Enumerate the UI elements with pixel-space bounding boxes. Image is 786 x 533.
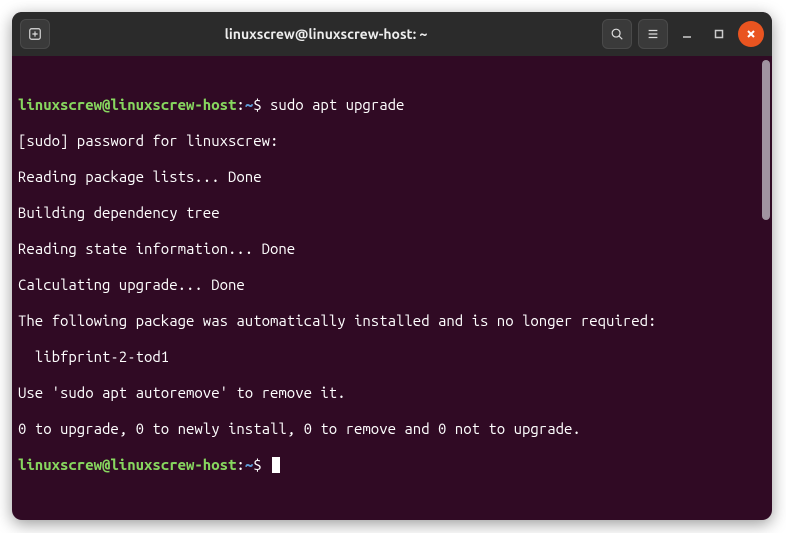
scrollbar[interactable] xyxy=(762,60,770,220)
titlebar: linuxscrew@linuxscrew-host: ~ xyxy=(12,12,772,56)
new-tab-icon xyxy=(28,27,42,41)
output-line: [sudo] password for linuxscrew: xyxy=(18,132,766,150)
prompt-sep: : xyxy=(236,456,244,473)
output-line: 0 to upgrade, 0 to newly install, 0 to r… xyxy=(18,420,766,438)
search-button[interactable] xyxy=(602,19,632,49)
prompt-path: ~ xyxy=(245,456,253,473)
minimize-button[interactable] xyxy=(674,21,700,47)
command-text: sudo apt upgrade xyxy=(270,96,404,113)
maximize-button[interactable] xyxy=(706,21,732,47)
terminal-body[interactable]: linuxscrew@linuxscrew-host:~$ sudo apt u… xyxy=(12,56,772,520)
output-line: Reading package lists... Done xyxy=(18,168,766,186)
prompt-sep: : xyxy=(236,96,244,113)
output-line: Calculating upgrade... Done xyxy=(18,276,766,294)
new-tab-button[interactable] xyxy=(20,19,50,49)
prompt-path: ~ xyxy=(245,96,253,113)
prompt-line-1: linuxscrew@linuxscrew-host:~$ sudo apt u… xyxy=(18,96,766,114)
prompt-user: linuxscrew@linuxscrew-host xyxy=(18,96,236,113)
search-icon xyxy=(610,27,624,41)
minimize-icon xyxy=(681,28,693,40)
output-line: The following package was automatically … xyxy=(18,312,766,330)
close-icon xyxy=(745,28,757,40)
prompt-symbol: $ xyxy=(253,96,261,113)
maximize-icon xyxy=(713,28,725,40)
menu-button[interactable] xyxy=(638,19,668,49)
output-line: Use 'sudo apt autoremove' to remove it. xyxy=(18,384,766,402)
prompt-user: linuxscrew@linuxscrew-host xyxy=(18,456,236,473)
output-line: Building dependency tree xyxy=(18,204,766,222)
output-line: libfprint-2-tod1 xyxy=(18,348,766,366)
close-button[interactable] xyxy=(738,21,764,47)
cursor xyxy=(272,457,280,473)
prompt-line-2: linuxscrew@linuxscrew-host:~$ xyxy=(18,456,766,474)
output-line: Reading state information... Done xyxy=(18,240,766,258)
hamburger-icon xyxy=(646,27,660,41)
prompt-symbol: $ xyxy=(253,456,261,473)
window-title: linuxscrew@linuxscrew-host: ~ xyxy=(56,26,596,42)
titlebar-right xyxy=(602,19,764,49)
terminal-window: linuxscrew@linuxscrew-host: ~ xyxy=(12,12,772,520)
